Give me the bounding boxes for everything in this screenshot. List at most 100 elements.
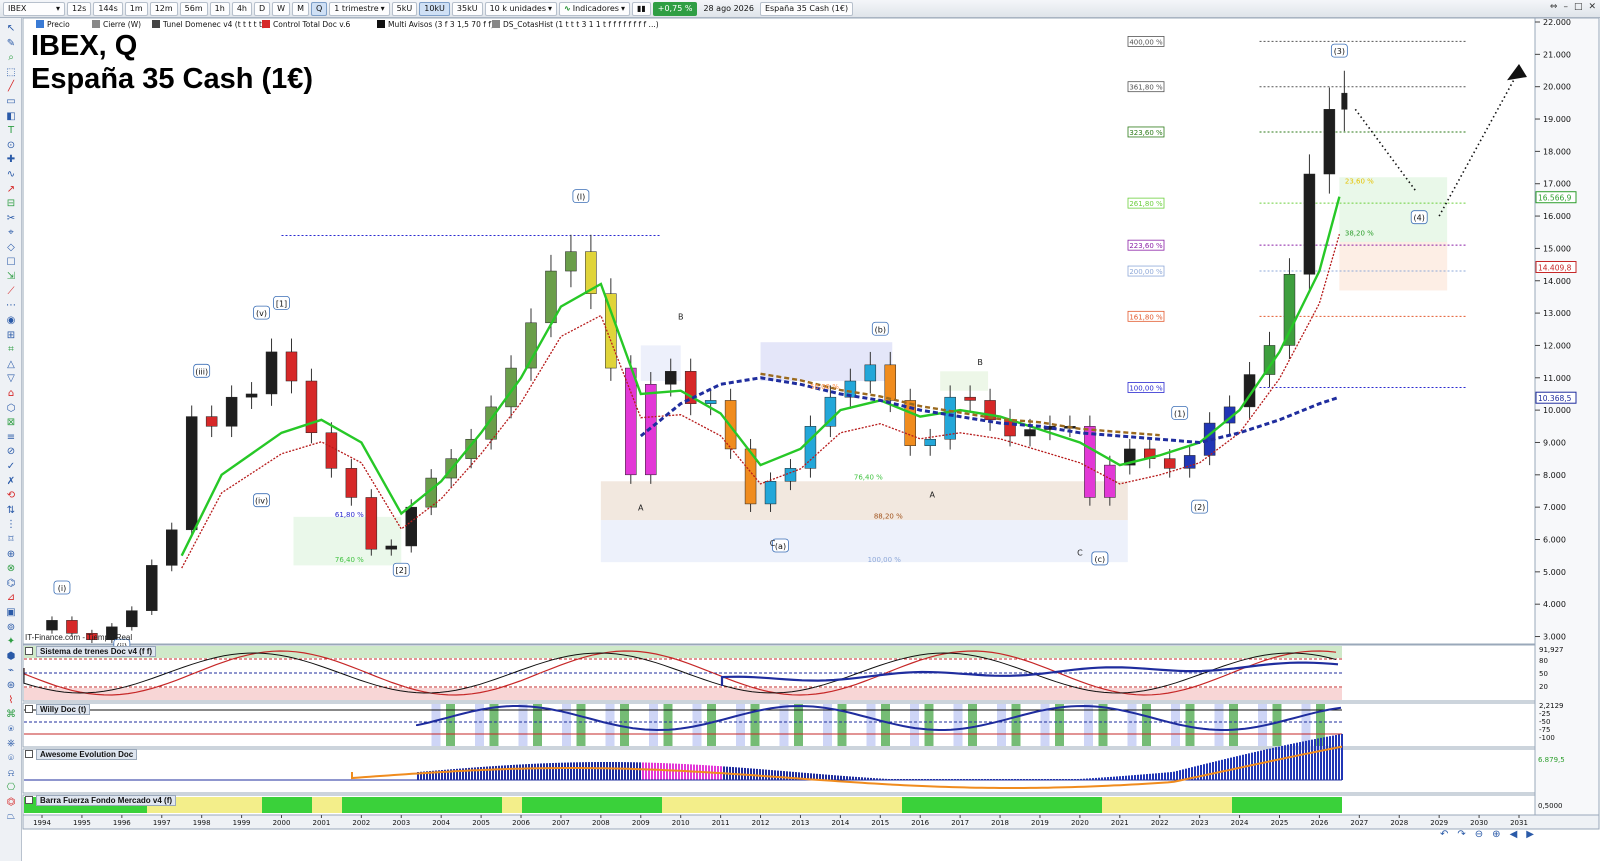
scroll-right-icon[interactable]: ▶ [1526,829,1534,840]
resize-icon[interactable]: ⇲ [4,270,18,283]
square-icon[interactable]: ☐ [4,256,18,269]
timeframe-button[interactable]: 1m [124,1,148,16]
poly3-icon[interactable]: ⏢ [4,810,18,823]
indicator-tab[interactable]: Precio [47,20,70,29]
pointer-icon[interactable]: ↖ [4,22,18,35]
period-select[interactable]: 1 trimestre ▾ [329,1,390,16]
triangle-up-icon[interactable]: △ [4,358,18,371]
timeframe-button[interactable]: 144s [93,1,123,16]
frame-icon[interactable]: ⌑ [4,533,18,546]
wave-tool-icon[interactable]: ∿ [4,168,18,181]
zoom-out-icon[interactable]: ⊖ [1475,829,1483,840]
kebab-icon[interactable]: ⋮ [4,518,18,531]
ring2-icon[interactable]: ⌾ [4,752,18,765]
star-icon[interactable]: ✦ [4,635,18,648]
check-icon[interactable]: ✓ [4,460,18,473]
box-x-icon[interactable]: ⊠ [4,416,18,429]
hash-icon[interactable]: ⌗ [4,343,18,356]
ring-icon[interactable]: ⊚ [4,621,18,634]
scroll-left-icon[interactable]: ◀ [1510,829,1518,840]
dock-icon[interactable]: ⇔ [1550,2,1558,12]
triangle-down-icon[interactable]: ▽ [4,372,18,385]
null-icon[interactable]: ⊘ [4,445,18,458]
close-icon[interactable]: ✕ [1588,2,1596,12]
diamond-icon[interactable]: ◇ [4,241,18,254]
timeframe-button[interactable]: 4h [231,1,252,16]
units-select[interactable]: 10 k unidades ▾ [484,1,558,16]
awesome-bar [624,762,626,780]
poly-icon[interactable]: ⎔ [4,781,18,794]
instrument-tab[interactable]: España 35 Cash (1€) [759,1,854,16]
timeframe-button[interactable]: W [272,1,291,16]
indicator-tab[interactable]: Cierre (W) [103,20,141,29]
text-tool-icon[interactable]: T [4,124,18,137]
star-circle-icon[interactable]: ⍟ [4,723,18,736]
minimize-icon[interactable]: – [1563,2,1568,12]
panel-toggle-checkbox[interactable] [25,647,33,655]
rectangle-tool-icon[interactable]: ⬚ [4,66,18,79]
hex-fill-icon[interactable]: ⬢ [4,650,18,663]
plus-circle-icon[interactable]: ⊕ [4,548,18,561]
helm-icon[interactable]: ⎈ [4,737,18,750]
timeframe-button[interactable]: 12s [67,1,92,16]
timeframe-button[interactable]: 56m [179,1,208,16]
arrow-tool-icon[interactable]: ↗ [4,183,18,196]
cut-icon[interactable]: ✂ [4,212,18,225]
unit-button[interactable]: 10kU [419,1,450,16]
more-icon[interactable]: ⋯ [4,299,18,312]
channel-icon[interactable]: ⊟ [4,197,18,210]
dot-icon[interactable]: ◉ [4,314,18,327]
redo-icon[interactable]: ↷ [1457,829,1465,840]
unit-button[interactable]: 35kU [451,1,483,16]
square-fill-icon[interactable]: ▣ [4,606,18,619]
undo-icon[interactable]: ↶ [1440,829,1448,840]
panel-toggle-checkbox[interactable] [25,750,33,758]
indicators-button[interactable]: ∿ Indicadores ▾ [559,1,630,16]
zoom-icon[interactable]: ⌕ [4,51,18,64]
indicator-tab[interactable]: Control Total Doc v.6 [273,20,351,29]
delete-icon[interactable]: ✗ [4,475,18,488]
timeframe-button[interactable]: Q [311,1,328,16]
unit-button[interactable]: 5kU [391,1,418,16]
swap-icon[interactable]: ⇅ [4,504,18,517]
angle-icon[interactable]: ⊿ [4,591,18,604]
fill-icon[interactable]: ◧ [4,110,18,123]
timeframe-button[interactable]: 12m [149,1,178,16]
command-icon[interactable]: ⌘ [4,708,18,721]
play-button[interactable]: ▮▮ [631,1,651,16]
timeframe-button[interactable]: D [254,1,271,16]
indicator-tab[interactable]: Tunel Domenec v4 (t t t t t) [162,20,265,29]
ring3-icon[interactable]: ⍾ [4,767,18,780]
home-icon[interactable]: ⌂ [4,387,18,400]
circle-tool-icon[interactable]: ⊙ [4,139,18,152]
timeframe-button[interactable]: 1h [209,1,230,16]
poly2-icon[interactable]: ⏣ [4,796,18,809]
target-icon[interactable]: ⌖ [4,226,18,239]
benzene-icon[interactable]: ⌬ [4,577,18,590]
restore-icon[interactable]: □ [1574,2,1583,12]
x-circle-icon[interactable]: ⊗ [4,562,18,575]
hexagon-icon[interactable]: ⬡ [4,402,18,415]
line-tool-icon[interactable]: ╱ [4,80,18,93]
panel-toggle-checkbox[interactable] [25,705,33,713]
abc-letter: C [770,539,776,548]
menu-icon[interactable]: ≡ [4,431,18,444]
box-tool-icon[interactable]: ▭ [4,95,18,108]
refresh-icon[interactable]: ⟲ [4,489,18,502]
grid-icon[interactable]: ⊞ [4,329,18,342]
zoom-in-icon[interactable]: ⊕ [1492,829,1500,840]
awesome-bar [591,762,593,780]
timeframe-button[interactable]: M [292,1,309,16]
indicator-tab[interactable]: DS_CotasHist (1 t t t 3 1 1 t f f f f f … [503,20,659,29]
fuerza-segment [902,797,1102,813]
symbol-selector[interactable]: IBEX ▾ [3,1,65,16]
panel-toggle-checkbox[interactable] [25,796,33,804]
wave-icon[interactable]: ⌇ [4,694,18,707]
awesome-bar [585,762,587,780]
crosshair-icon[interactable]: ✚ [4,153,18,166]
bolt-icon[interactable]: ⌁ [4,664,18,677]
pencil-icon[interactable]: ✎ [4,37,18,50]
indicator-tab[interactable]: Multi Avisos (3 f 3 1,5 70 f f) [388,20,494,29]
asterisk-icon[interactable]: ⊛ [4,679,18,692]
trendline-icon[interactable]: ⟋ [4,285,18,298]
